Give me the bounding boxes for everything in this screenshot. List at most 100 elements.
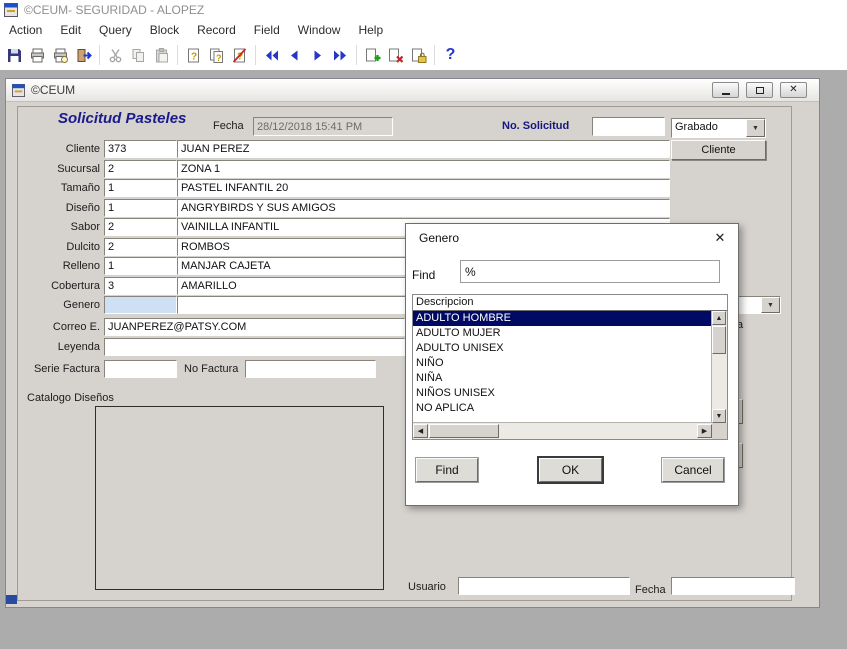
vertical-scroll-thumb[interactable] bbox=[712, 326, 726, 354]
sabor-code-field[interactable] bbox=[104, 218, 177, 236]
scroll-up-icon[interactable]: ▲ bbox=[712, 311, 726, 325]
close-button[interactable]: ✕ bbox=[780, 82, 807, 98]
menu-help[interactable]: Help bbox=[349, 21, 392, 39]
diseno-desc-field[interactable] bbox=[177, 199, 670, 217]
dulcito-code-field[interactable] bbox=[104, 238, 177, 256]
sucursal-desc-field[interactable] bbox=[177, 160, 670, 178]
insert-record-icon bbox=[366, 48, 381, 61]
tamano-desc-field[interactable] bbox=[177, 179, 670, 197]
menu-query[interactable]: Query bbox=[90, 21, 141, 39]
genero-listbox: Descripcion ADULTO HOMBRE ADULTO MUJER A… bbox=[412, 294, 728, 440]
cliente-code-field[interactable] bbox=[104, 140, 177, 158]
copy-button[interactable] bbox=[127, 44, 150, 67]
scrollbar-corner bbox=[712, 423, 727, 439]
list-item[interactable]: NIÑO bbox=[413, 356, 712, 371]
print-icon bbox=[31, 48, 44, 62]
scroll-right-icon[interactable]: ▶ bbox=[697, 424, 712, 438]
horizontal-scrollbar[interactable]: ◀ ▶ bbox=[413, 422, 712, 439]
fecha-field[interactable] bbox=[253, 117, 393, 136]
no-factura-label: No Factura bbox=[184, 363, 239, 375]
status-combo-value: Grabado bbox=[675, 121, 718, 133]
cobertura-code-field[interactable] bbox=[104, 277, 177, 295]
cliente-label: Cliente bbox=[65, 143, 100, 155]
print-button[interactable] bbox=[26, 44, 49, 67]
exit-button[interactable] bbox=[72, 44, 95, 67]
delete-record-button[interactable] bbox=[384, 44, 407, 67]
catalogo-disenos-label: Catalogo Diseños bbox=[27, 392, 114, 404]
tamano-code-field[interactable] bbox=[104, 179, 177, 197]
insert-record-button[interactable] bbox=[361, 44, 384, 67]
relleno-code-field[interactable] bbox=[104, 257, 177, 275]
help-button[interactable]: ? bbox=[439, 44, 462, 67]
paste-icon bbox=[156, 47, 168, 62]
execute-query-button[interactable]: ? bbox=[205, 44, 228, 67]
hidden-combo-fragment[interactable]: ▼ bbox=[738, 296, 781, 314]
vertical-scrollbar[interactable]: ▲ ▼ bbox=[711, 311, 727, 423]
scroll-left-icon[interactable]: ◀ bbox=[413, 424, 428, 438]
fecha-bottom-field[interactable] bbox=[671, 577, 795, 595]
sucursal-code-field[interactable] bbox=[104, 160, 177, 178]
maximize-button[interactable] bbox=[746, 82, 773, 98]
ok-button[interactable]: OK bbox=[539, 458, 602, 482]
chevron-down-icon[interactable]: ▼ bbox=[746, 119, 765, 137]
help-icon: ? bbox=[445, 46, 456, 63]
cliente-button[interactable]: Cliente bbox=[671, 140, 766, 160]
horizontal-scroll-thumb[interactable] bbox=[429, 424, 499, 438]
close-icon: ✕ bbox=[714, 230, 726, 245]
list-item[interactable]: NO APLICA bbox=[413, 401, 712, 416]
no-solicitud-label: No. Solicitud bbox=[502, 120, 570, 132]
previous-record-button[interactable] bbox=[283, 44, 306, 67]
list-header: Descripcion bbox=[413, 295, 727, 311]
next-record-button[interactable] bbox=[306, 44, 329, 67]
dialog-close-button[interactable]: ✕ bbox=[708, 228, 732, 248]
list-item[interactable]: ADULTO HOMBRE bbox=[413, 311, 712, 326]
ceum-window-titlebar[interactable]: ©CEUM ✕ bbox=[6, 79, 819, 102]
find-input[interactable] bbox=[460, 260, 720, 283]
menu-record[interactable]: Record bbox=[188, 21, 245, 39]
menu-edit[interactable]: Edit bbox=[51, 21, 90, 39]
list-item[interactable]: NIÑOS UNISEX bbox=[413, 386, 712, 401]
exit-icon bbox=[77, 48, 92, 62]
toolbar-separator bbox=[255, 45, 256, 65]
form-title: Solicitud Pasteles bbox=[58, 110, 187, 127]
save-button[interactable] bbox=[3, 44, 26, 67]
leyenda-field[interactable] bbox=[104, 338, 405, 356]
status-combo[interactable]: Grabado ▼ bbox=[671, 118, 766, 138]
list-item[interactable]: ADULTO MUJER bbox=[413, 326, 712, 341]
ceum-window-icon bbox=[12, 83, 25, 97]
menu-block[interactable]: Block bbox=[141, 21, 188, 39]
no-factura-field[interactable] bbox=[245, 360, 376, 378]
diseno-code-field[interactable] bbox=[104, 199, 177, 217]
no-solicitud-field[interactable] bbox=[592, 117, 665, 136]
find-button[interactable]: Find bbox=[416, 458, 478, 482]
cancel-button[interactable]: Cancel bbox=[662, 458, 724, 482]
ceum-window-title: ©CEUM bbox=[31, 83, 76, 97]
app-titlebar[interactable]: ©CEUM- SEGURIDAD - ALOPEZ bbox=[0, 0, 847, 20]
cut-button[interactable] bbox=[104, 44, 127, 67]
print-preview-button[interactable] bbox=[49, 44, 72, 67]
window-controls: ✕ bbox=[712, 82, 807, 98]
serie-factura-field[interactable] bbox=[104, 360, 177, 378]
list-item[interactable]: ADULTO UNISEX bbox=[413, 341, 712, 356]
cliente-desc-field[interactable] bbox=[177, 140, 670, 158]
paste-button[interactable] bbox=[150, 44, 173, 67]
menu-field[interactable]: Field bbox=[245, 21, 289, 39]
usuario-field[interactable] bbox=[458, 577, 630, 595]
enter-query-button[interactable]: ? bbox=[182, 44, 205, 67]
minimize-button[interactable] bbox=[712, 82, 739, 98]
cancel-query-button[interactable]: ? bbox=[228, 44, 251, 67]
genero-code-field[interactable] bbox=[104, 296, 177, 314]
next-block-button[interactable] bbox=[329, 44, 352, 67]
app-title: ©CEUM- SEGURIDAD - ALOPEZ bbox=[24, 3, 205, 17]
toolbar: ? ? ? ? bbox=[0, 40, 462, 70]
menu-window[interactable]: Window bbox=[289, 21, 350, 39]
previous-block-button[interactable] bbox=[260, 44, 283, 67]
genero-dialog: Genero ✕ Find Descripcion ADULTO HOMBRE … bbox=[405, 223, 739, 506]
lock-record-button[interactable] bbox=[407, 44, 430, 67]
correo-field[interactable] bbox=[104, 318, 405, 336]
list-item[interactable]: NIÑA bbox=[413, 371, 712, 386]
chevron-down-icon[interactable]: ▼ bbox=[761, 297, 780, 313]
scroll-down-icon[interactable]: ▼ bbox=[712, 409, 726, 423]
toolbar-separator bbox=[356, 45, 357, 65]
menu-action[interactable]: Action bbox=[0, 21, 51, 39]
